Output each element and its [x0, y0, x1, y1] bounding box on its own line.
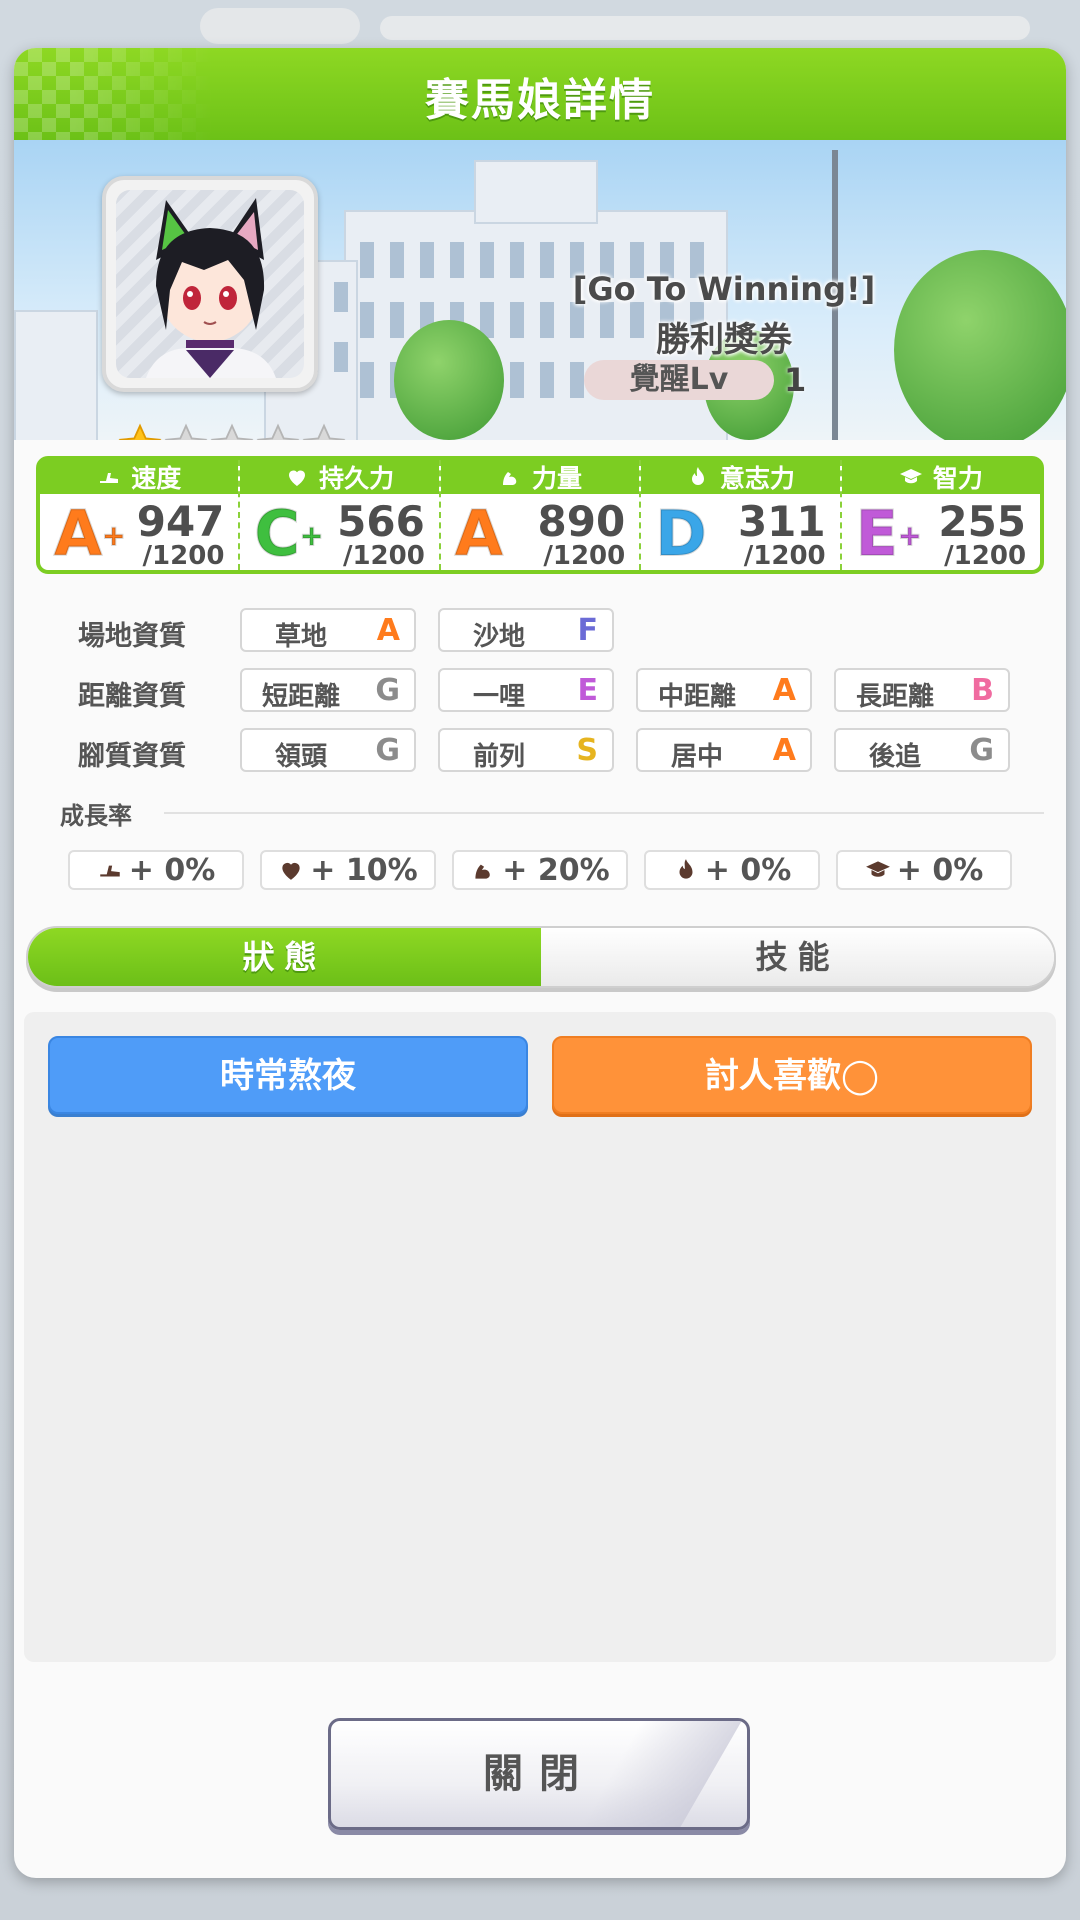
aptitude-end-closer: 後追 G: [834, 728, 1010, 772]
flame-icon: [691, 467, 704, 485]
status-panel: 時常熬夜 討人喜歡◯: [24, 1012, 1056, 1662]
stat-wisdom: 智力 E+ 255 /1200: [839, 460, 1041, 571]
stat-grade: A+: [53, 497, 126, 570]
aptitude-late-surger: 居中 A: [636, 728, 812, 772]
condition-charming[interactable]: 討人喜歡◯: [552, 1036, 1032, 1114]
stat-header: 持久力: [240, 460, 439, 494]
star-empty-icon: [164, 423, 208, 440]
stat-label: 持久力: [319, 464, 395, 493]
stat-header: 速度: [40, 460, 239, 494]
stat-value: 255: [938, 497, 1027, 546]
dialog-title: 賽馬娘詳情: [425, 75, 655, 126]
background-tree: [394, 320, 504, 440]
growth-rate-label: 成長率: [60, 802, 132, 830]
stats-panel: 速度 A+ 947 /1200 持久力 C+ 566 /1200 力量 A 89…: [36, 456, 1044, 574]
stat-label: 智力: [932, 464, 983, 493]
heart-icon: [282, 862, 300, 880]
stat-speed: 速度 A+ 947 /1200: [40, 460, 239, 571]
aptitude-sprint: 短距離 G: [240, 668, 416, 712]
stat-power: 力量 A 890 /1200: [438, 460, 640, 571]
stat-header: 意志力: [641, 460, 840, 494]
character-avatar: [116, 190, 304, 378]
awakening-level-value: 1: [784, 361, 807, 399]
aptitude-mile: 一哩 E: [438, 668, 614, 712]
close-button[interactable]: 關閉: [328, 1718, 750, 1830]
growth-wisdom: + 0%: [836, 850, 1012, 890]
distance-aptitude-label: 距離資質: [78, 681, 186, 712]
stat-value: 890: [537, 497, 626, 546]
aptitude-front-runner: 領頭 G: [240, 728, 416, 772]
aptitude-medium: 中距離 A: [636, 668, 812, 712]
background-building: [14, 310, 98, 440]
flame-icon: [679, 859, 693, 879]
stat-grade: A: [454, 497, 504, 570]
mortarboard-icon: [865, 861, 890, 877]
style-aptitude-label: 腳質資質: [78, 741, 186, 772]
card-title: [Go To Winning!]: [572, 270, 876, 308]
background-element: [380, 16, 1030, 40]
stat-stamina: 持久力 C+ 566 /1200: [238, 460, 439, 571]
stat-header: 力量: [440, 460, 640, 494]
growth-stamina: + 10%: [260, 850, 436, 890]
awakening-level-label: 覺醒Lv: [584, 360, 774, 400]
tab-status[interactable]: 狀態: [28, 928, 541, 986]
mortarboard-icon: [899, 469, 922, 484]
shoe-icon: [99, 865, 120, 877]
character-banner: [Go To Winning!] 勝利獎券 覺醒Lv 1: [14, 140, 1066, 440]
stat-grade: D: [654, 497, 707, 570]
heart-icon: [289, 470, 306, 486]
stat-guts: 意志力 D 311 /1200: [639, 460, 840, 571]
stat-max: /1200: [944, 541, 1027, 571]
stat-value: 311: [737, 497, 826, 546]
stat-grade: C+: [253, 497, 324, 570]
star-empty-icon: [302, 423, 346, 440]
stat-grade: E+: [855, 497, 923, 570]
track-aptitude-row: 場地資質 草地 A 沙地 F: [34, 608, 1044, 654]
divider: [164, 812, 1044, 814]
muscle-icon: [503, 472, 517, 485]
stat-max: /1200: [142, 541, 225, 571]
shoe-icon: [100, 473, 119, 483]
stat-max: /1200: [743, 541, 826, 571]
close-button-label: 關閉: [483, 1751, 595, 1797]
stat-max: /1200: [342, 541, 425, 571]
star-empty-icon: [256, 423, 300, 440]
stat-max: /1200: [543, 541, 626, 571]
tab-skills[interactable]: 技能: [541, 928, 1054, 986]
condition-stays-up-late[interactable]: 時常熬夜: [48, 1036, 528, 1114]
stat-value: 566: [337, 497, 425, 546]
style-aptitude-row: 腳質資質 領頭 G 前列 S 居中 A 後追 G: [34, 728, 1044, 774]
aptitude-long: 長距離 B: [834, 668, 1010, 712]
stat-value: 947: [136, 497, 225, 546]
aptitude-turf: 草地 A: [240, 608, 416, 652]
stat-header: 智力: [841, 460, 1041, 494]
aptitude-pace-chaser: 前列 S: [438, 728, 614, 772]
stat-label: 意志力: [719, 464, 795, 493]
character-name: 勝利獎券: [656, 320, 792, 360]
distance-aptitude-row: 距離資質 短距離 G 一哩 E 中距離 A 長距離 B: [34, 668, 1044, 714]
background-element: [200, 8, 360, 44]
character-portrait[interactable]: [102, 176, 318, 392]
background-building-tower: [474, 160, 598, 224]
dialog-header: 賽馬娘詳情: [14, 48, 1066, 140]
background-tree: [894, 250, 1066, 440]
star-filled-icon: [118, 423, 162, 440]
umamusume-detail-dialog: 賽馬娘詳情 [Go To Winning!] 勝利獎券 覺醒Lv 1 速度 A+…: [14, 48, 1066, 1878]
star-rating: [118, 423, 346, 440]
stat-label: 力量: [532, 464, 583, 493]
stat-label: 速度: [131, 464, 182, 493]
muscle-icon: [475, 864, 491, 879]
star-empty-icon: [210, 423, 254, 440]
track-aptitude-label: 場地資質: [78, 621, 186, 652]
growth-guts: + 0%: [644, 850, 820, 890]
detail-tabs: 狀態 技能: [26, 926, 1056, 988]
growth-speed: + 0%: [68, 850, 244, 890]
aptitude-dirt: 沙地 F: [438, 608, 614, 652]
growth-power: + 20%: [452, 850, 628, 890]
